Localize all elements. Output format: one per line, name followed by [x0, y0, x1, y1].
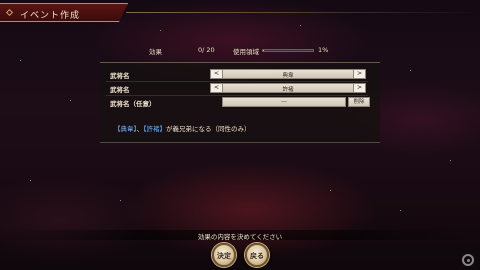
instruction-bar: 効果の内容を決めてください — [0, 230, 480, 241]
general-value-1: 典韋 — [282, 73, 294, 79]
general-row-1: 武将名 < 典韋 > — [106, 69, 368, 82]
usage-bar-fill — [263, 50, 264, 51]
general-select-2[interactable]: < 許褚 > — [210, 83, 366, 93]
usage-label: 使用領域 — [233, 48, 259, 56]
back-button[interactable]: 戻る — [245, 243, 269, 267]
general-label-3: 武将名（任意） — [110, 100, 156, 108]
effect-label: 効果 — [149, 48, 162, 56]
general-optional-field[interactable]: ― — [222, 97, 346, 107]
watermark-icon — [462, 254, 474, 266]
general-value-2: 許褚 — [282, 87, 294, 93]
delete-button[interactable]: 削除 — [348, 97, 370, 107]
general-label-2: 武将名 — [110, 86, 130, 94]
arrow-left-icon[interactable]: < — [211, 84, 223, 92]
usage-bar — [262, 49, 314, 52]
arrow-left-icon[interactable]: < — [211, 70, 223, 78]
diamond-icon — [5, 8, 14, 17]
title-divider — [126, 12, 480, 13]
page-title: イベント作成 — [20, 11, 81, 21]
arrow-right-icon[interactable]: > — [353, 70, 365, 78]
confirm-label: 決定 — [217, 252, 231, 260]
general-value-3: ― — [281, 99, 287, 105]
general-select-1[interactable]: < 典韋 > — [210, 69, 366, 79]
usage-percent: 1% — [318, 46, 329, 54]
general-row-3: 武将名（任意） ― 削除 — [106, 97, 370, 108]
desc-general-2: 【許褚】 — [143, 125, 166, 133]
event-description: 【典韋】、【許褚】が義兄弟になる（同性のみ） — [114, 123, 251, 133]
general-row-2: 武将名 < 許褚 > — [106, 83, 368, 96]
confirm-button[interactable]: 決定 — [212, 243, 236, 267]
title-tab: イベント作成 — [0, 3, 128, 22]
arrow-right-icon[interactable]: > — [353, 84, 365, 92]
row-divider — [106, 81, 368, 82]
general-label-1: 武将名 — [110, 72, 130, 80]
event-panel: 武将名 < 典韋 > 武将名 < 許褚 > 武将名（任意） ― 削除 【典韋】、… — [100, 62, 380, 143]
back-label: 戻る — [250, 252, 264, 260]
effect-count: 0/ 20 — [198, 46, 215, 54]
desc-general-1: 【典韋】 — [114, 125, 137, 133]
desc-text: が義兄弟になる（同性のみ） — [166, 125, 251, 133]
instruction-text: 効果の内容を決めてください — [197, 233, 283, 241]
row-divider — [106, 95, 368, 96]
usage-row: 効果 0/ 20 使用領域 1% — [0, 44, 480, 56]
